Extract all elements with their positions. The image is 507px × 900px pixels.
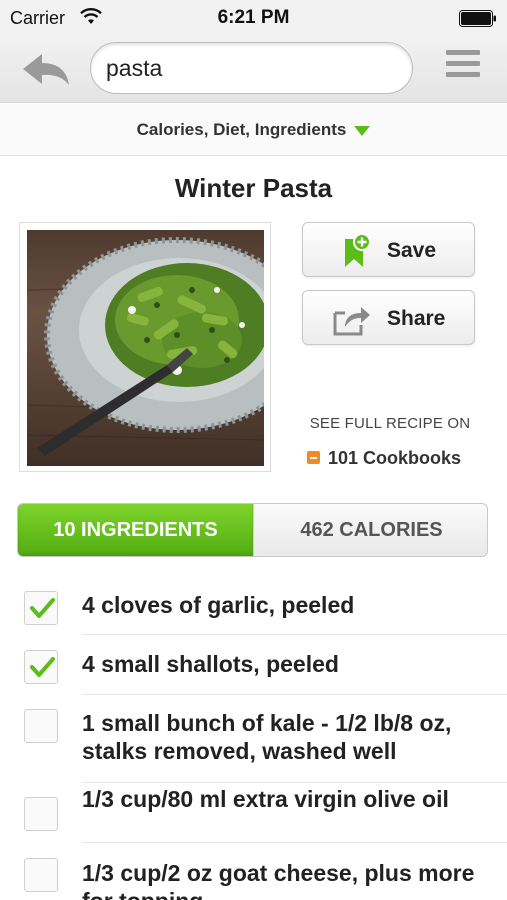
source-name: 101 Cookbooks [328, 448, 462, 468]
recipe-title: Winter Pasta [174, 173, 333, 203]
ingredient-text: 4 cloves of garlic, peeled [82, 592, 355, 618]
see-full-recipe-label: SEE FULL RECIPE ON [309, 415, 471, 432]
ingredient-item[interactable]: 1/3 cup/2 oz goat cheese, plus more for … [0, 843, 507, 900]
checkmark-icon [30, 598, 55, 618]
status-bar: Carrier 6:21 PM [0, 0, 507, 36]
ingredient-item[interactable]: 4 cloves of garlic, peeled [0, 575, 507, 635]
search-field[interactable] [90, 42, 413, 94]
ingredient-item[interactable]: 4 small shallots, peeled [0, 635, 507, 695]
ingredient-text: 1/3 cup/2 oz goat cheese, plus more for … [82, 860, 475, 900]
share-label: Share [387, 307, 446, 330]
ingredient-checkbox[interactable] [24, 858, 58, 892]
ingredient-text: 4 small shallots, peeled [82, 651, 339, 677]
ingredient-text: 1/3 cup/80 ml extra virgin olive oil [82, 786, 449, 812]
ingredient-checkbox[interactable] [24, 591, 58, 625]
ingredient-item[interactable]: 1/3 cup/80 ml extra virgin olive oil [0, 783, 507, 843]
ingredient-item[interactable]: 1 small bunch of kale - 1/2 lb/8 oz, sta… [0, 695, 507, 783]
recipe-photo[interactable] [19, 222, 271, 472]
bookmark-plus-icon [345, 233, 371, 267]
ingredients-calories-tabs: 10 INGREDIENTS 462 CALORIES [17, 503, 488, 557]
back-arrow-icon[interactable] [20, 52, 72, 88]
search-header [0, 36, 507, 103]
share-button[interactable]: Share [302, 290, 475, 345]
source-favicon-icon [307, 451, 320, 464]
share-out-icon [333, 307, 370, 336]
ingredient-checkbox[interactable] [24, 709, 58, 743]
clock: 6:21 PM [217, 7, 290, 28]
save-label: Save [387, 239, 437, 262]
battery-icon [459, 10, 496, 27]
pasta-dish-image [27, 230, 264, 466]
ingredient-checkbox[interactable] [24, 797, 58, 831]
tab-calories[interactable]: 462 CALORIES [253, 504, 487, 556]
checkmark-icon [30, 657, 55, 677]
filter-dropdown[interactable]: Calories, Diet, Ingredients [0, 104, 507, 156]
ingredient-checkbox[interactable] [24, 650, 58, 684]
filter-label: Calories, Diet, Ingredients [136, 120, 347, 139]
tab-ingredients[interactable]: 10 INGREDIENTS [18, 504, 253, 556]
dropdown-triangle-icon [354, 125, 371, 136]
hamburger-menu-icon[interactable] [446, 50, 480, 84]
ingredient-text: 1 small bunch of kale - 1/2 lb/8 oz, sta… [82, 710, 452, 764]
save-button[interactable]: Save [302, 222, 475, 277]
search-input[interactable] [106, 43, 396, 93]
